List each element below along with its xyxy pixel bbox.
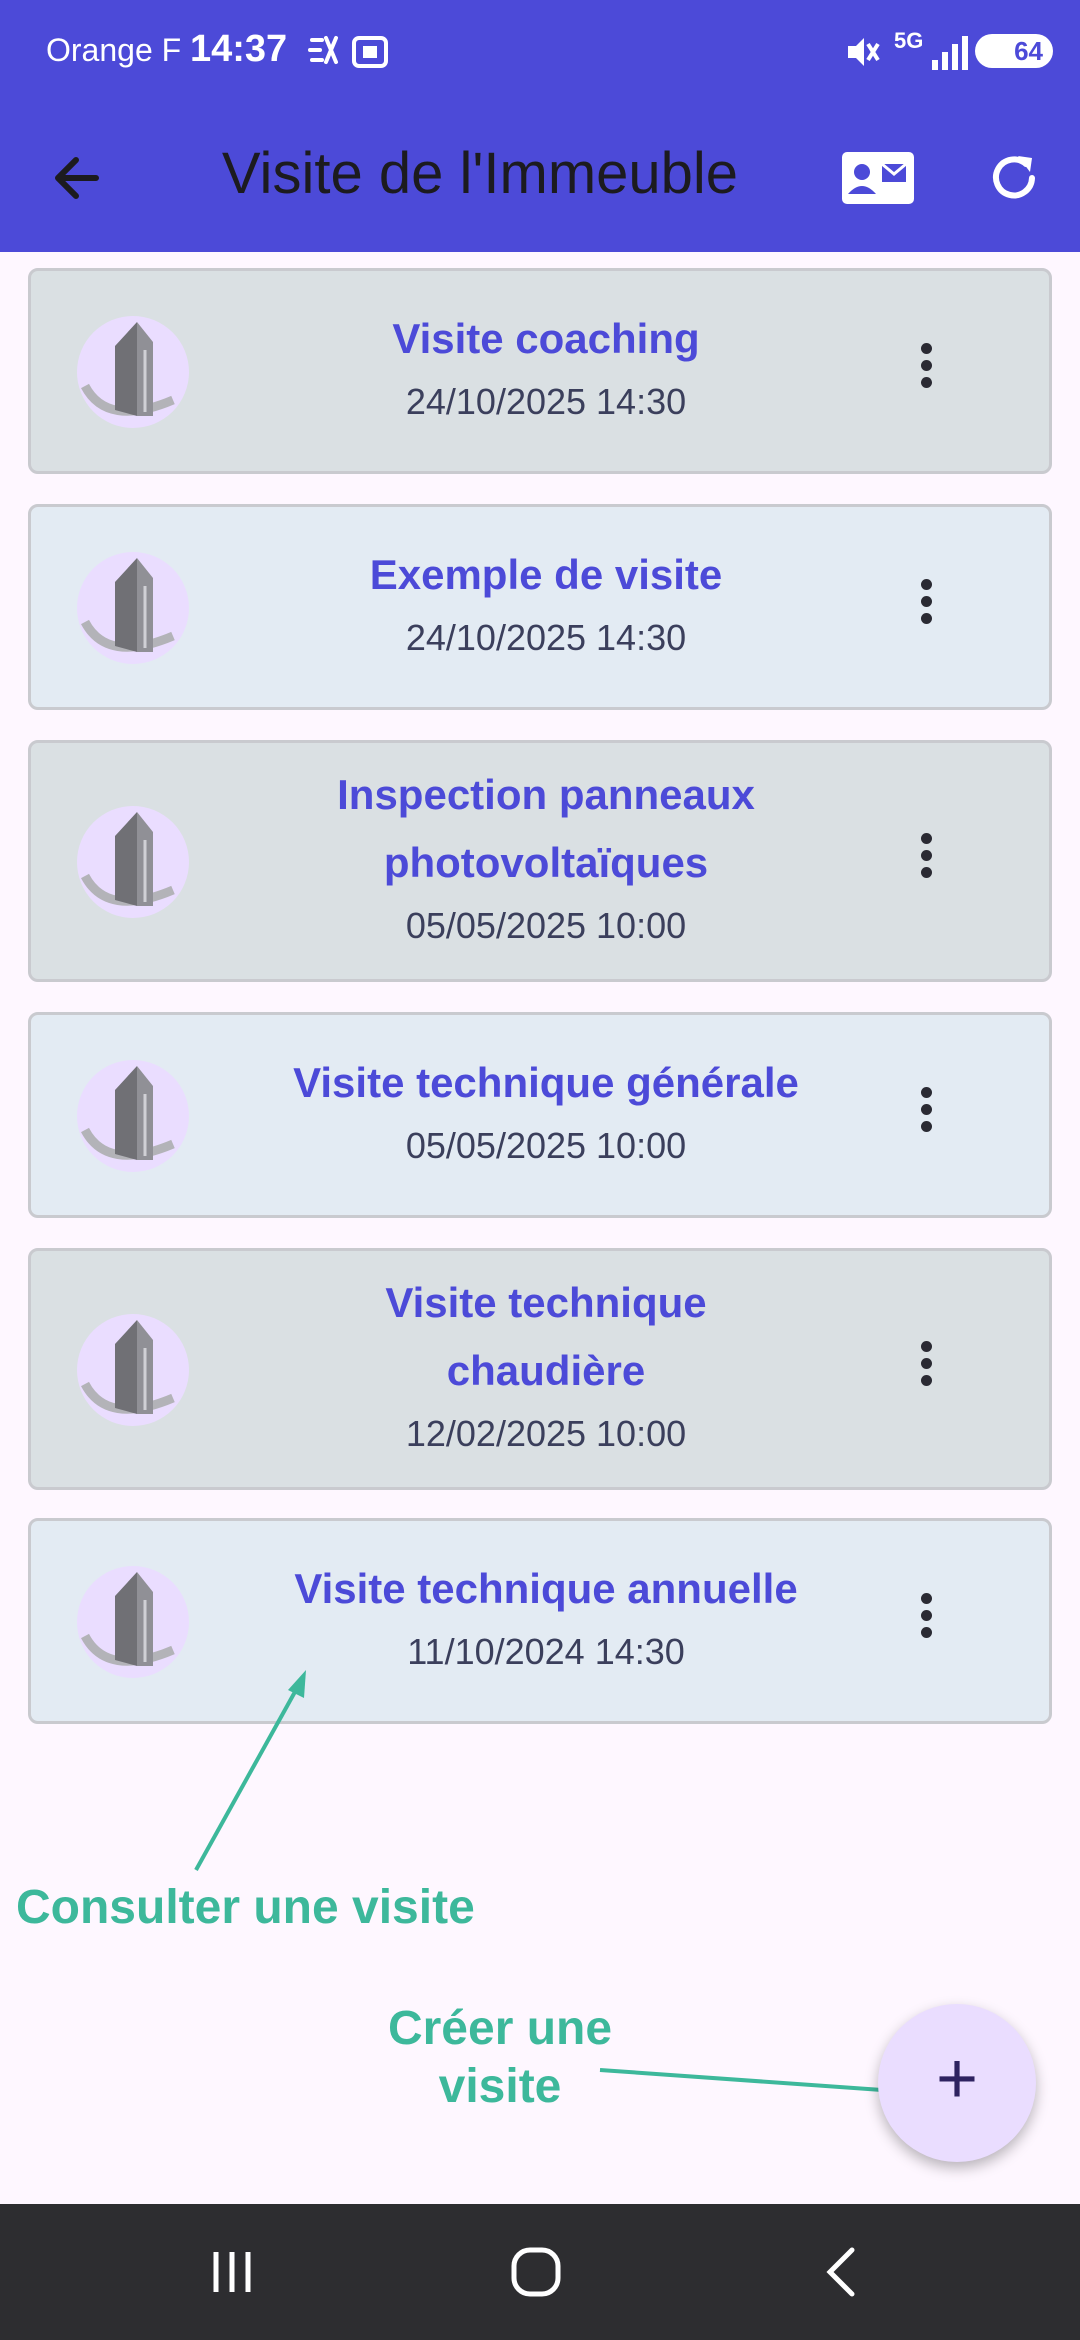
visit-title: Visite coaching [392, 315, 700, 362]
visit-title: Inspection panneaux photovoltaïques [337, 771, 755, 886]
refresh-icon[interactable] [984, 148, 1044, 208]
create-annotation: Créer une visite [387, 2002, 613, 2113]
visit-card[interactable]: Visite technique chaudière 12/02/2025 10… [28, 1248, 1052, 1490]
status-time: 14:37 [190, 28, 288, 70]
building-icon [77, 1566, 189, 1678]
mute-vibrate-icon [848, 38, 880, 66]
signal-icon [932, 36, 968, 70]
visit-date: 05/05/2025 10:00 [405, 905, 687, 946]
visit-date: 05/05/2025 10:00 [405, 1125, 687, 1166]
visit-card[interactable]: Exemple de visite 24/10/2025 14:30 [28, 504, 1052, 710]
visit-date: 12/02/2025 10:00 [405, 1413, 687, 1454]
system-nav-bar [0, 2204, 1080, 2340]
network-type: 5G [894, 28, 924, 53]
consult-annotation: Consulter une visite [16, 1881, 475, 1934]
more-vertical-icon[interactable] [901, 827, 951, 897]
visit-card[interactable]: Visite coaching 24/10/2025 14:30 [28, 268, 1052, 474]
create-arrow [599, 2068, 904, 2100]
more-vertical-icon[interactable] [901, 1081, 951, 1151]
visit-date: 24/10/2025 14:30 [405, 381, 687, 422]
screenshot-icon [352, 36, 388, 68]
more-vertical-icon[interactable] [901, 337, 951, 407]
visit-title: Visite technique annuelle [294, 1565, 798, 1612]
visit-card[interactable]: Visite technique annuelle 11/10/2024 14:… [28, 1518, 1052, 1724]
add-visit-button[interactable]: + [878, 2004, 1036, 2162]
more-vertical-icon[interactable] [901, 1335, 951, 1405]
recent-apps-icon[interactable] [202, 2242, 262, 2302]
carrier-name: Orange F [46, 32, 182, 68]
building-icon [77, 552, 189, 664]
building-icon [77, 806, 189, 918]
contact-card-icon[interactable] [840, 148, 916, 208]
home-icon[interactable] [506, 2242, 566, 2302]
battery-level: 64 [1014, 36, 1043, 66]
more-vertical-icon[interactable] [901, 1587, 951, 1657]
battery-indicator: 64 [975, 34, 1053, 68]
back-arrow-icon[interactable] [46, 146, 110, 210]
data-saver-icon [308, 36, 338, 64]
visit-date: 24/10/2025 14:30 [405, 617, 687, 658]
visit-card[interactable]: Visite technique générale 05/05/2025 10:… [28, 1012, 1052, 1218]
more-vertical-icon[interactable] [901, 573, 951, 643]
app-bar: Visite de l'Immeuble [0, 100, 1080, 252]
visit-card[interactable]: Inspection panneaux photovoltaïques 05/0… [28, 740, 1052, 982]
visit-title: Visite technique chaudière [385, 1279, 707, 1394]
back-icon[interactable] [812, 2242, 872, 2302]
visit-title: Exemple de visite [369, 551, 723, 598]
building-icon [77, 316, 189, 428]
building-icon [77, 1314, 189, 1426]
plus-icon: + [935, 2039, 979, 2119]
building-icon [77, 1060, 189, 1172]
visit-date: 11/10/2024 14:30 [407, 1631, 685, 1672]
status-bar: Orange F 14:37 5G 64 [0, 0, 1080, 100]
page-title: Visite de l'Immeuble [221, 141, 739, 206]
visit-title: Visite technique générale [293, 1059, 799, 1106]
